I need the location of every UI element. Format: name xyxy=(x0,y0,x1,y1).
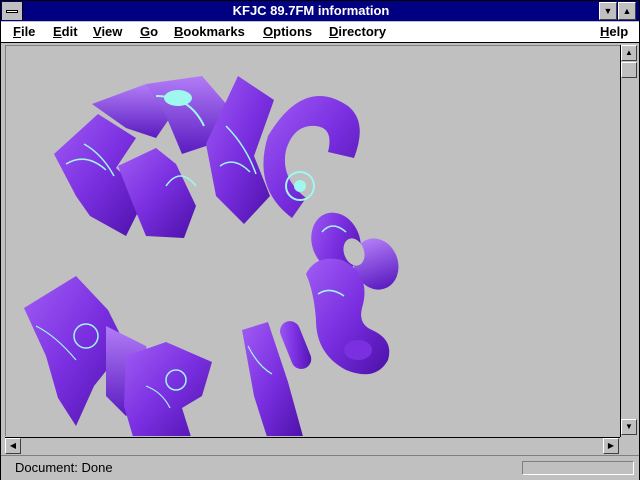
maximize-button[interactable]: ▲ xyxy=(618,2,636,20)
menu-bookmarks[interactable]: Bookmarks xyxy=(174,24,245,39)
kfjc-logo-image xyxy=(24,76,399,436)
triangle-up-icon: ▲ xyxy=(622,6,632,16)
vertical-scrollbar[interactable]: ▲ ▼ xyxy=(620,45,639,437)
decimal-point-shape xyxy=(280,321,312,369)
arrow-down-icon: ▼ xyxy=(625,422,633,431)
page-content xyxy=(5,45,620,436)
title-bar[interactable]: KFJC 89.7FM information ▼ ▲ xyxy=(1,1,639,21)
scroll-down-button[interactable]: ▼ xyxy=(621,419,637,435)
arrow-right-icon: ▶ xyxy=(607,441,615,450)
arrow-left-icon: ◀ xyxy=(9,441,17,450)
menu-file[interactable]: File xyxy=(13,24,35,39)
menu-edit[interactable]: Edit xyxy=(53,24,78,39)
triangle-down-icon: ▼ xyxy=(603,6,613,16)
arrow-up-icon: ▲ xyxy=(625,48,633,57)
menu-options[interactable]: Options xyxy=(263,24,312,39)
scroll-right-button[interactable]: ▶ xyxy=(603,438,619,454)
menu-bar: File Edit View Go Bookmarks Options Dire… xyxy=(1,22,639,43)
browser-window: KFJC 89.7FM information ▼ ▲ File Edit Vi… xyxy=(0,0,640,480)
progress-indicator xyxy=(522,461,634,475)
menu-directory[interactable]: Directory xyxy=(329,24,386,39)
window-title: KFJC 89.7FM information xyxy=(232,3,390,18)
scroll-up-button[interactable]: ▲ xyxy=(621,45,637,61)
menu-view[interactable]: View xyxy=(93,24,122,39)
menu-help[interactable]: Help xyxy=(600,24,628,39)
status-text: Document: Done xyxy=(15,460,113,475)
letter-c-shape xyxy=(263,96,360,218)
scroll-left-button[interactable]: ◀ xyxy=(5,438,21,454)
letter-f-lower-shape xyxy=(124,342,212,436)
menu-go[interactable]: Go xyxy=(140,24,158,39)
horizontal-scrollbar[interactable]: ◀ ▶ xyxy=(5,437,620,454)
system-menu-icon[interactable] xyxy=(2,2,23,20)
minimize-button[interactable]: ▼ xyxy=(599,2,617,20)
vertical-scroll-thumb[interactable] xyxy=(621,62,637,78)
status-bar: Document: Done xyxy=(1,455,639,480)
